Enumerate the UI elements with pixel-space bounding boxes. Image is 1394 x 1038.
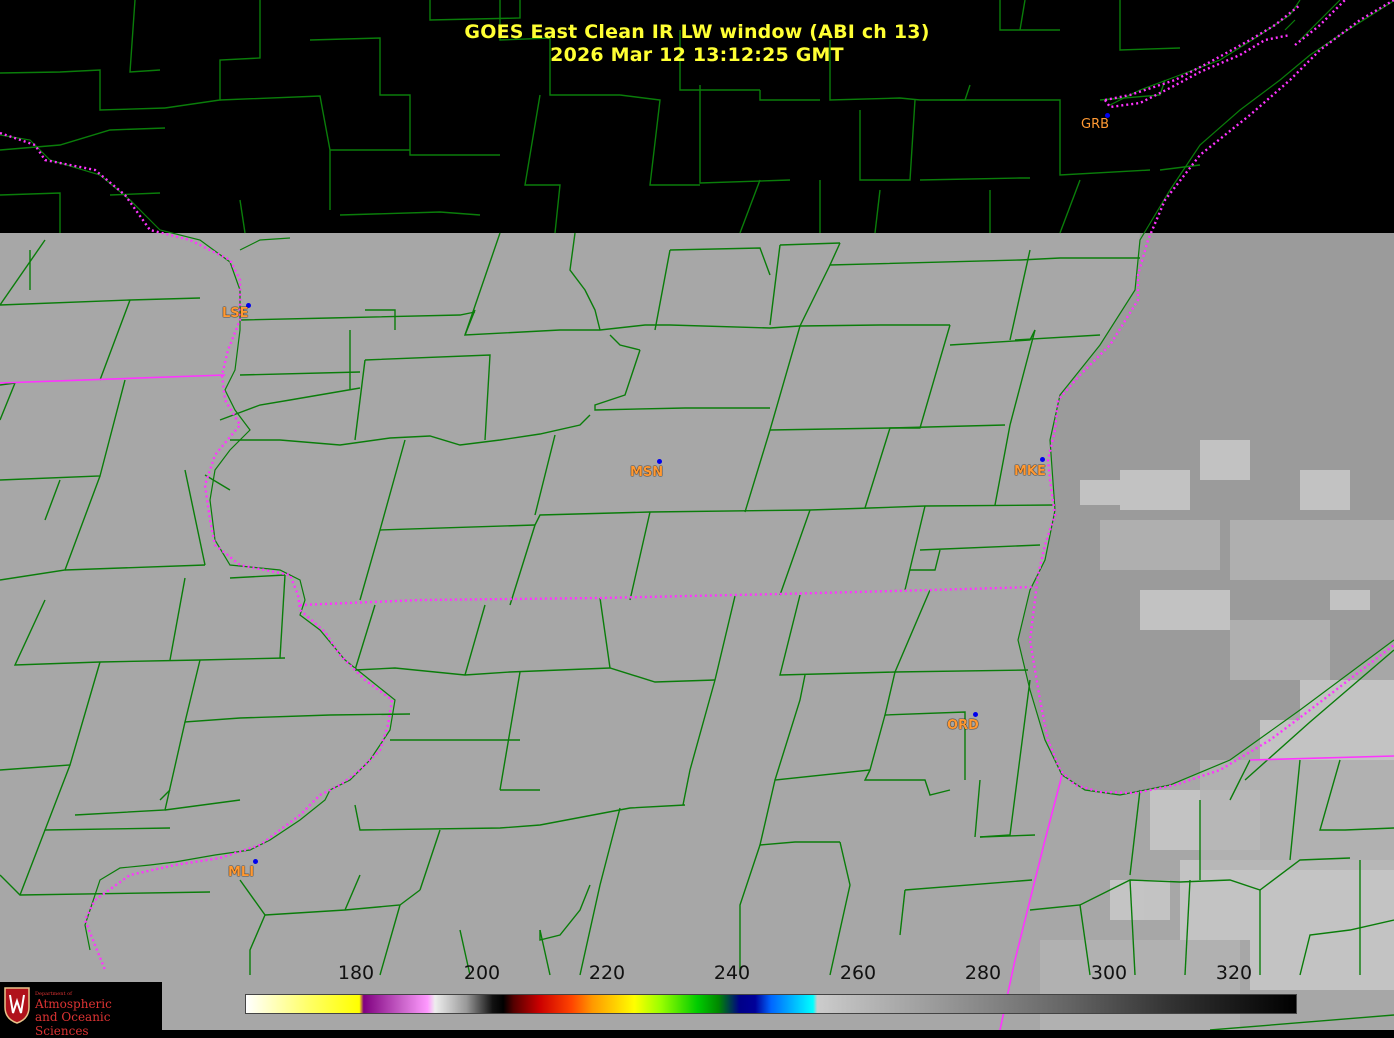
colorbar-tick-280: 280: [964, 962, 1002, 984]
uw-seal-icon: [4, 987, 30, 1024]
city-dot-msn: [657, 459, 662, 464]
logo-line2: and Oceanic Sciences: [35, 1010, 111, 1038]
colorbar-tick-260: 260: [839, 962, 877, 984]
colorbar-tick-320: 320: [1215, 962, 1253, 984]
colorbar-tick-300: 300: [1090, 962, 1128, 984]
city-label-lse: LSE: [222, 306, 249, 321]
aos-logo: Department of Atmospheric and Oceanic Sc…: [0, 982, 162, 1038]
city-dot-mli: [253, 859, 258, 864]
colorbar-tick-220: 220: [588, 962, 626, 984]
logo-line1: Atmospheric: [35, 997, 112, 1011]
city-label-mke: MKE: [1014, 464, 1046, 479]
city-dot-mke: [1040, 457, 1045, 462]
colorbar-tick-180: 180: [337, 962, 375, 984]
city-label-msn: MSN: [630, 465, 664, 480]
colorbar-tick-200: 200: [463, 962, 501, 984]
map-title: GOES East Clean IR LW window (ABI ch 13): [464, 21, 930, 43]
city-label-grb: GRB: [1081, 117, 1110, 132]
colorbar-tick-240: 240: [713, 962, 751, 984]
map-timestamp: 2026 Mar 12 13:12:25 GMT: [550, 44, 844, 66]
satellite-map: [0, 0, 1394, 1030]
city-label-mli: MLI: [228, 865, 255, 880]
city-label-ord: ORD: [947, 718, 979, 733]
temperature-colorbar: [245, 994, 1297, 1014]
city-dot-ord: [973, 712, 978, 717]
